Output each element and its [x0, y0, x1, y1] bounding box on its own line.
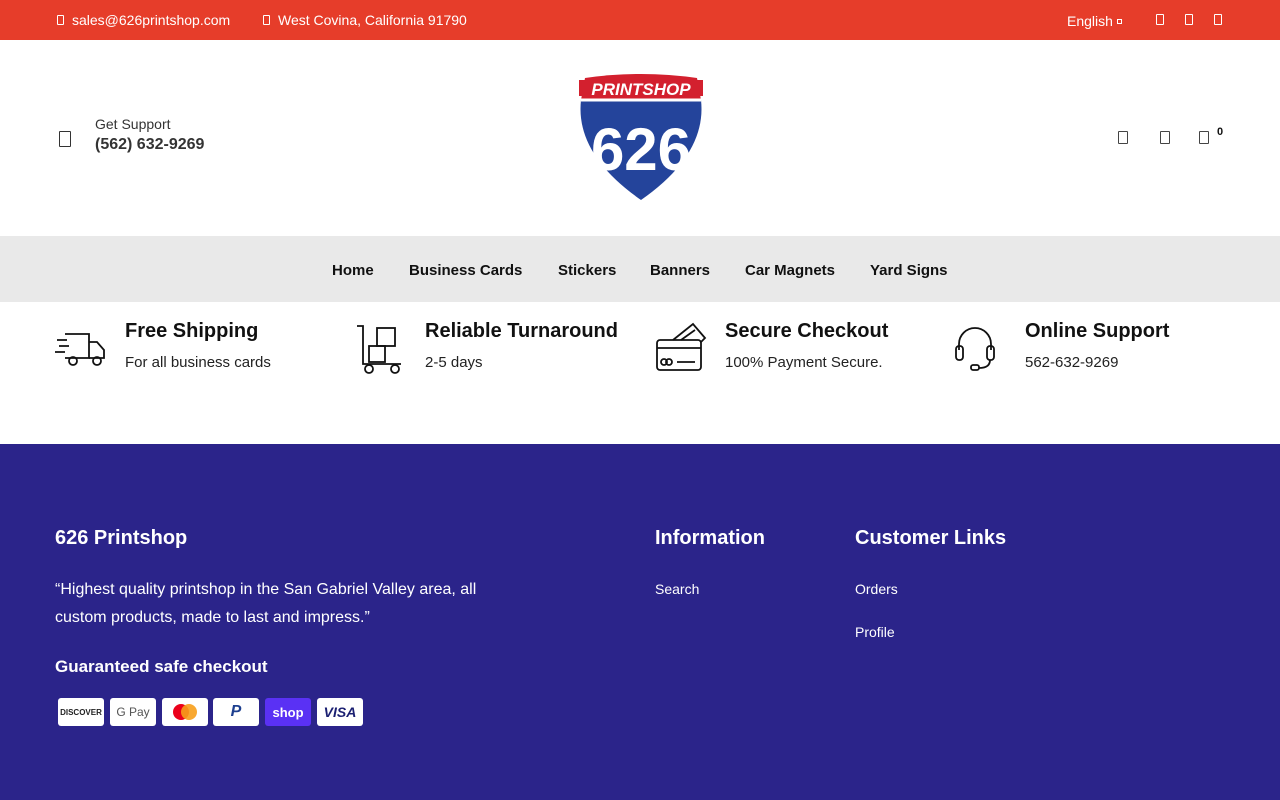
discover-card-icon: DISCOVER [58, 698, 104, 726]
footer-quote: “Highest quality printshop in the San Ga… [55, 581, 477, 626]
footer-link-orders[interactable]: Orders [855, 581, 898, 597]
google-pay-icon: G Pay [110, 698, 156, 726]
feature-title: Secure Checkout [725, 320, 889, 342]
main-nav: Home Business Cards Stickers Banners Car… [0, 236, 1280, 302]
phone-icon [59, 131, 71, 147]
top-bar: sales@626printshop.com West Covina, Cali… [0, 0, 1280, 40]
feature-reliable-turnaround: Reliable Turnaround 2-5 days [355, 318, 635, 388]
nav-item-car-magnets[interactable]: Car Magnets [745, 262, 835, 279]
feature-subtitle: For all business cards [125, 354, 271, 371]
credit-card-icon [656, 322, 707, 371]
feature-title: Free Shipping [125, 320, 259, 342]
footer-link-profile[interactable]: Profile [855, 624, 895, 640]
feature-title: Reliable Turnaround [425, 320, 618, 342]
shop-pay-icon: shop [265, 698, 311, 726]
guaranteed-checkout-label: Guaranteed safe checkout [55, 657, 268, 676]
logo-top-text: PRINTSHOP [591, 80, 691, 99]
email-text: sales@626printshop.com [72, 12, 231, 28]
language-selector[interactable]: English [1067, 13, 1122, 29]
location-icon [263, 15, 270, 25]
cart-icon[interactable] [1199, 131, 1209, 144]
feature-online-support: Online Support 562-632-9269 [955, 318, 1225, 388]
support-label: Get Support [95, 116, 171, 132]
feature-title: Online Support [1025, 320, 1170, 342]
site-footer: 626 Printshop “Highest quality printshop… [0, 444, 1280, 800]
hand-truck-icon [357, 325, 401, 374]
language-label: English [1067, 13, 1113, 29]
headset-icon [955, 327, 995, 371]
feature-subtitle: 100% Payment Secure. [725, 354, 883, 371]
visa-icon: VISA [317, 698, 363, 726]
nav-item-home[interactable]: Home [332, 262, 374, 279]
address-text: West Covina, California 91790 [278, 12, 467, 28]
twitter-icon[interactable] [1214, 14, 1222, 25]
paypal-icon: P [213, 698, 259, 726]
address-info: West Covina, California 91790 [263, 12, 467, 28]
nav-item-stickers[interactable]: Stickers [558, 262, 616, 279]
footer-information-title: Information [655, 527, 765, 549]
feature-subtitle: 2-5 days [425, 354, 483, 371]
feature-subtitle: 562-632-9269 [1025, 354, 1119, 371]
feature-free-shipping: Free Shipping For all business cards [55, 318, 325, 388]
instagram-icon[interactable] [1185, 14, 1193, 25]
footer-customer-links-title: Customer Links [855, 527, 1007, 549]
nav-item-business-cards[interactable]: Business Cards [409, 262, 522, 279]
footer-brand-title: 626 Printshop [55, 527, 188, 549]
search-icon[interactable] [1118, 131, 1128, 144]
mastercard-icon [162, 698, 208, 726]
support-phone[interactable]: (562) 632-9269 [95, 136, 204, 154]
feature-secure-checkout: Secure Checkout 100% Payment Secure. [655, 318, 925, 388]
facebook-icon[interactable] [1156, 14, 1164, 25]
nav-item-banners[interactable]: Banners [650, 262, 710, 279]
user-icon[interactable] [1160, 131, 1170, 144]
email-icon [57, 15, 64, 25]
delivery-truck-icon [55, 333, 105, 366]
nav-item-yard-signs[interactable]: Yard Signs [870, 262, 948, 279]
chevron-down-icon [1116, 18, 1122, 24]
footer-link-search[interactable]: Search [655, 581, 699, 597]
logo-number: 626 [591, 116, 691, 183]
email-link[interactable]: sales@626printshop.com [57, 12, 230, 28]
printshop-626-logo[interactable]: PRINTSHOP 626 [575, 74, 707, 204]
cart-count-badge: 0 [1217, 126, 1224, 138]
